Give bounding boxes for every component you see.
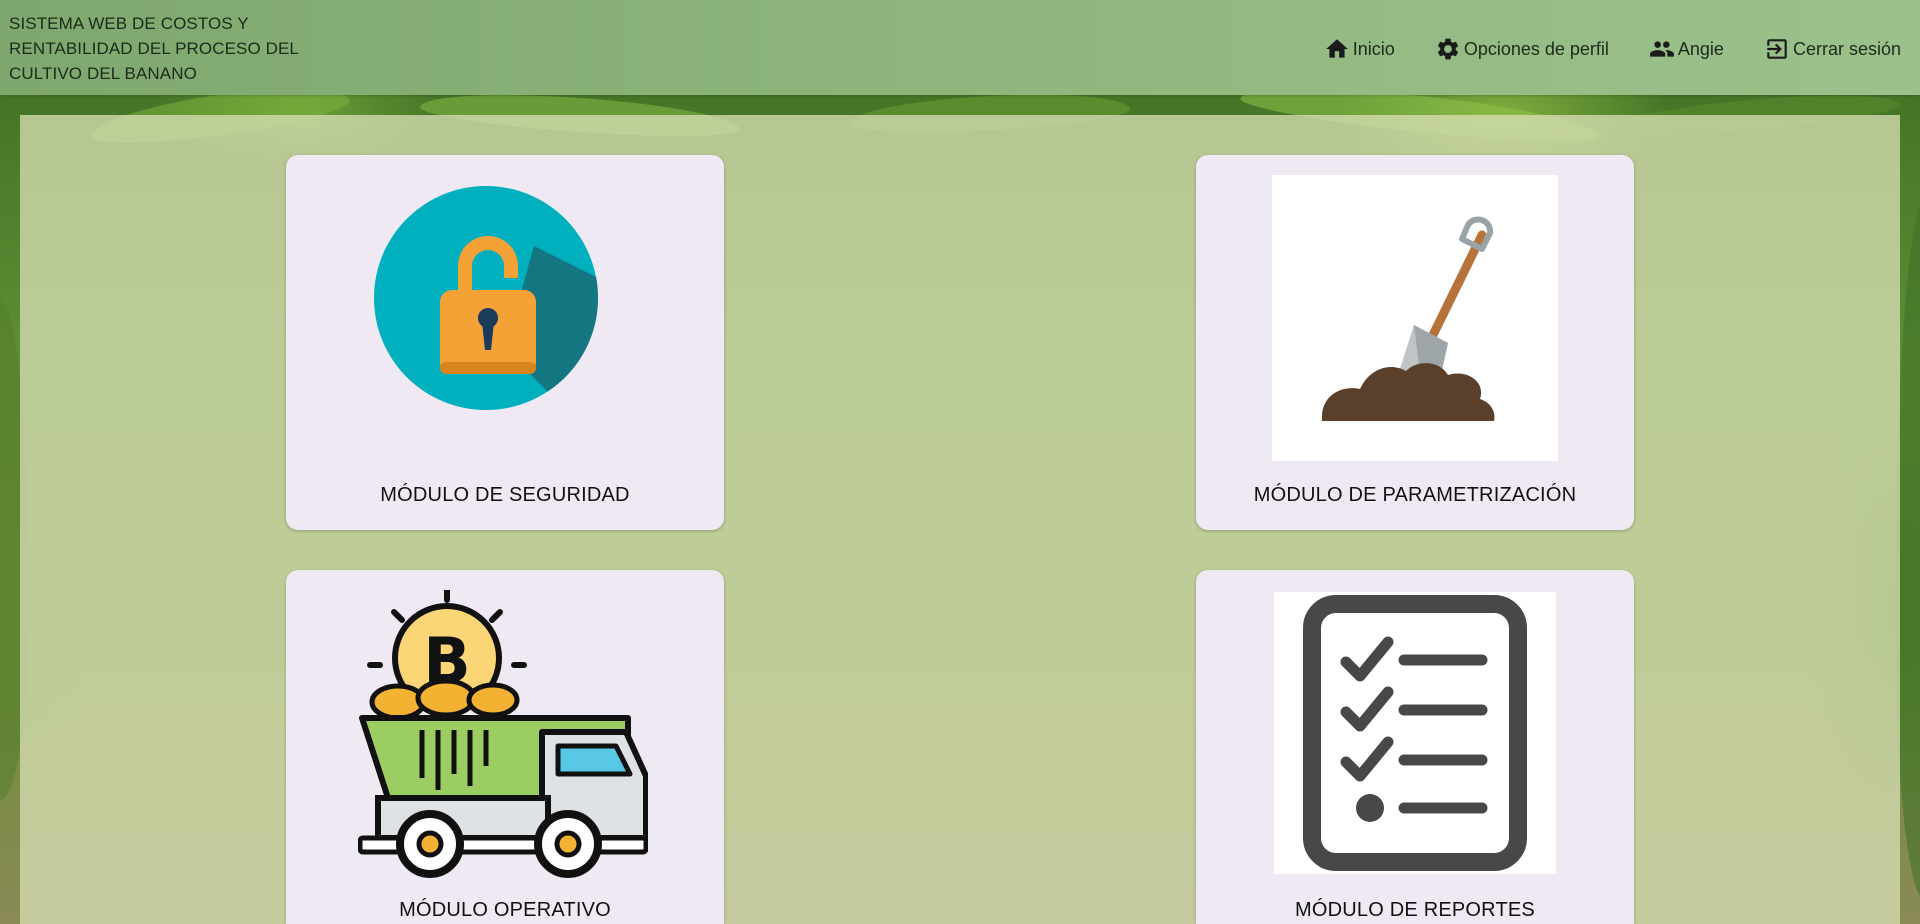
app-title: SISTEMA WEB DE COSTOS Y RENTABILIDAD DEL… [9,14,299,83]
module-card-parametrizacion[interactable]: MÓDULO DE PARAMETRIZACIÓN [1196,155,1634,530]
module-card-reportes[interactable]: MÓDULO DE REPORTES [1196,570,1634,924]
module-card-operativo[interactable]: B MÓDULO OPERATIVO [286,570,724,924]
nav-menu: Inicio Opciones de perfil Angie Cerrar s… [1324,34,1920,64]
checklist-icon [1303,595,1527,871]
nav-cerrar-sesion[interactable]: Cerrar sesión [1764,36,1901,62]
top-navbar: SISTEMA WEB DE COSTOS Y RENTABILIDAD DEL… [0,0,1920,95]
home-icon [1325,39,1348,58]
nav-user-label: Angie [1677,38,1724,59]
nav-inicio[interactable]: Inicio [1324,36,1395,62]
padlock-icon [374,186,598,410]
module-label-parametrizacion: MÓDULO DE PARAMETRIZACIÓN [1253,484,1577,506]
nav-opciones-perfil[interactable]: Opciones de perfil [1435,36,1609,62]
logout-icon [1767,39,1787,59]
nav-opciones-perfil-label: Opciones de perfil [1463,38,1609,59]
module-label-operativo: MÓDULO OPERATIVO [399,899,611,921]
nav-cerrar-sesion-label: Cerrar sesión [1792,38,1901,59]
nav-inicio-label: Inicio [1352,38,1395,59]
users-icon [1649,41,1674,57]
module-card-seguridad[interactable]: MÓDULO DE SEGURIDAD [286,155,724,530]
dump-truck-bitcoin-icon: B [357,587,649,878]
module-label-reportes: MÓDULO DE REPORTES [1295,899,1535,921]
shovel-icon [1321,216,1495,421]
module-label-seguridad: MÓDULO DE SEGURIDAD [380,484,630,506]
gear-icon [1437,38,1458,60]
nav-user[interactable]: Angie [1649,36,1724,62]
